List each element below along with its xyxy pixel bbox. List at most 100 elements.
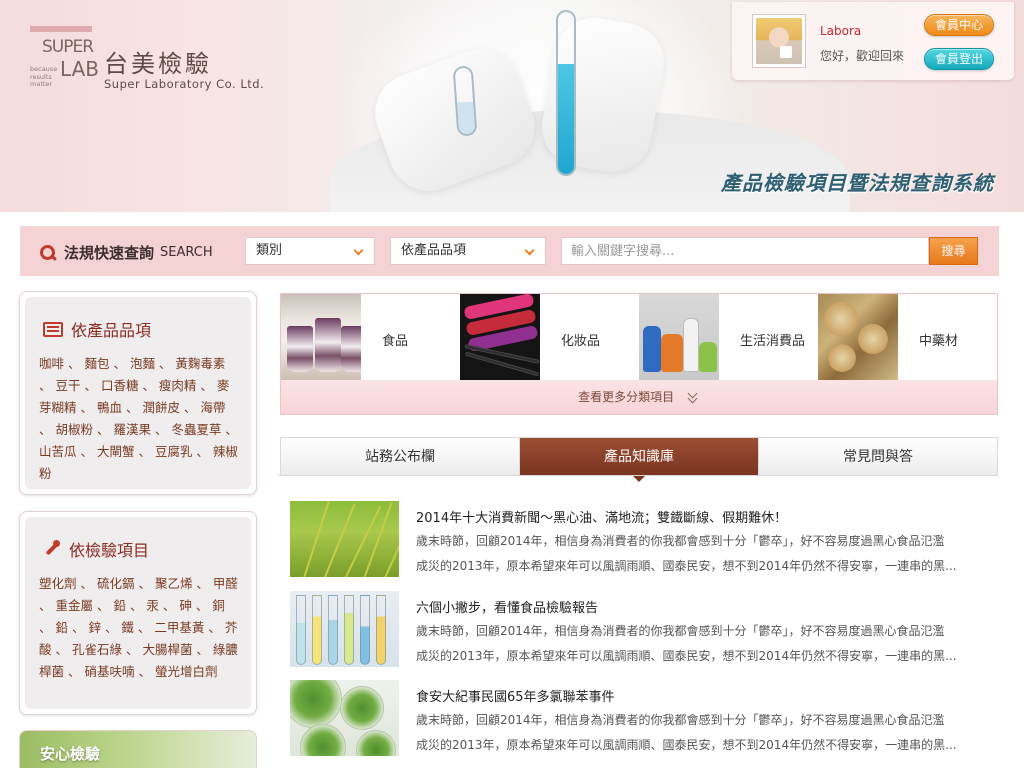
tab-announcements[interactable]: 站務公布欄 [281,438,520,475]
test-item-link[interactable]: 孔雀石綠 [72,642,122,657]
more-categories-button[interactable]: 查看更多分類項目 [281,380,997,414]
double-chevron-down-icon [686,393,700,403]
search-button[interactable]: 搜尋 [929,237,978,265]
cosmetics-photo-icon [460,294,540,380]
separator: 、 [39,598,56,613]
separator: 、 [39,378,56,393]
separator: 、 [39,422,56,437]
test-item-link[interactable]: 鋅 [88,620,101,635]
separator: 、 [133,620,155,635]
product-link[interactable]: 鴨血 [97,400,122,415]
separator: 、 [93,422,114,437]
separator: 、 [125,598,147,613]
avatar[interactable] [752,14,806,68]
category-chinese-herbs[interactable]: 中藥材 [818,294,997,380]
category-box: 食品 化妝品 生活消費品 中藥材 查看更多分類項目 [280,293,998,415]
petri-dish-thumbnail[interactable] [290,680,399,756]
news-excerpt-line: 成災的2013年，原本希望來年可以風調雨順、國泰民安，想不到2014年仍然不得安… [416,738,957,752]
product-link[interactable]: 海帶 [200,400,225,415]
product-link[interactable]: 豆腐乳 [155,444,193,459]
separator: 、 [68,620,89,635]
products-link-list: 咖啡 、 麵包 、 泡麵 、 黃麴毒素 、 豆干 、 口香糖 、 瘦肉精 、 麥… [39,353,239,485]
separator: 、 [138,378,159,393]
logout-button[interactable]: 會員登出 [924,48,994,70]
brand-mark-top: SUPER [42,37,94,57]
test-item-link[interactable]: 二甲基黃 [154,620,204,635]
test-item-link[interactable]: 重金屬 [55,598,93,613]
product-link[interactable]: 泡麵 [130,356,155,371]
system-title: 產品檢驗項目暨法規查詢系統 [721,171,994,195]
separator: 、 [158,598,180,613]
news-excerpt-line: 成災的2013年，原本希望來年可以風調雨順、國泰民安，想不到2014年仍然不得安… [416,649,957,663]
tab-faq[interactable]: 常見問與答 [759,438,997,475]
test-item-link[interactable]: 硝基呋喃 [84,664,134,679]
test-item-link[interactable]: 塑化劑 [39,576,77,591]
brand-logo[interactable]: SUPER LAB because results matter [30,26,99,92]
tests-panel: 依檢驗項目 塑化劑 、 硫化鎘 、 聚乙烯 、 甲醛 、 重金屬 、 鉛 、 汞… [19,511,257,715]
test-item-link[interactable]: 鉛 [113,598,126,613]
safe-testing-banner[interactable]: 安心檢驗 [19,730,257,768]
news-excerpt-line: 歲末時節，回顧2014年，相信身為消費者的你我都會感到十分「鬱卒」，好不容易度過… [416,534,945,548]
member-greeting: 您好，歡迎回來 [820,49,905,63]
tab-knowledge-base[interactable]: 產品知識庫 [520,438,759,482]
product-link[interactable]: 瘦肉精 [159,378,197,393]
rice-field-thumbnail[interactable] [290,501,399,577]
test-tubes-thumbnail[interactable] [290,591,399,667]
category-consumer-goods-label: 生活消費品 [740,334,806,349]
product-link[interactable]: 山苦瓜 [39,444,77,459]
safe-testing-label: 安心檢驗 [40,745,101,763]
product-link[interactable]: 大閘蟹 [97,444,135,459]
more-categories-label: 查看更多分類項目 [578,390,675,404]
products-panel-heading: 依產品品項 [39,317,239,341]
search-icon [40,244,56,261]
test-item-link[interactable]: 鉛 [55,620,68,635]
test-item-link[interactable]: 砷 [179,598,192,613]
test-item-link[interactable]: 甲醛 [213,576,238,591]
product-link[interactable]: 黃麴毒素 [175,356,225,371]
separator: 、 [192,444,213,459]
product-link[interactable]: 胡椒粉 [55,422,93,437]
product-link[interactable]: 潤餅皮 [142,400,180,415]
category-consumer-goods[interactable]: 生活消費品 [639,294,818,380]
product-link[interactable]: 羅漢果 [113,422,151,437]
test-item-link[interactable]: 螢光增白劑 [155,664,218,679]
product-link[interactable]: 冬蟲夏草 [171,422,221,437]
category-food[interactable]: 食品 [281,294,460,380]
list-item: 2014年十大消費新聞～黑心油、滿地流；雙鐵斷線、假期難休！ 歲末時節，回顧20… [290,501,1000,581]
test-item-link[interactable]: 聚乙烯 [155,576,193,591]
separator: 、 [134,444,155,459]
separator: 、 [154,356,176,371]
news-excerpt: 歲末時節，回顧2014年，相信身為消費者的你我都會感到十分「鬱卒」，好不容易度過… [416,529,994,579]
product-link[interactable]: 咖啡 [39,356,64,371]
category-select[interactable]: 類別 [245,237,375,265]
test-item-link[interactable]: 銅 [212,598,225,613]
product-link[interactable]: 豆干 [55,378,80,393]
separator: 、 [64,356,85,371]
tests-heading-label: 依檢驗項目 [69,541,150,560]
product-link[interactable]: 口香糖 [101,378,139,393]
separator: 、 [76,576,97,591]
search-label-en: SEARCH [160,245,213,260]
product-link[interactable]: 麵包 [84,356,109,371]
separator: 、 [80,378,101,393]
consumer-goods-photo-icon [639,294,719,380]
separator: 、 [179,400,201,415]
test-item-link[interactable]: 鐵 [121,620,134,635]
test-item-link[interactable]: 硫化鎘 [97,576,135,591]
news-excerpt: 歲末時節，回顧2014年，相信身為消費者的你我都會感到十分「鬱卒」，好不容易度過… [416,619,994,669]
news-title[interactable]: 2014年十大消費新聞～黑心油、滿地流；雙鐵斷線、假期難休！ [416,507,787,526]
search-label-zh: 法規快速查詢 [64,244,155,262]
news-excerpt-line: 成災的2013年，原本希望來年可以風調雨順、國泰民安，想不到2014年仍然不得安… [416,559,957,573]
news-title[interactable]: 六個小撇步，看懂食品檢驗報告 [416,597,598,616]
category-select-value: 類別 [256,243,283,258]
test-item-link[interactable]: 汞 [146,598,159,613]
header-banner: SUPER LAB because results matter 台美檢驗 Su… [0,0,1024,212]
keyword-search-input[interactable] [561,237,929,265]
news-title[interactable]: 食安大紀事民國65年多氯聯苯事件 [416,686,615,705]
news-excerpt-line: 歲末時節，回顧2014年，相信身為消費者的你我都會感到十分「鬱卒」，好不容易度過… [416,624,945,638]
product-select[interactable]: 依產品品項 [390,237,546,265]
member-center-button[interactable]: 會員中心 [924,14,994,36]
test-item-link[interactable]: 大腸桿菌 [142,642,192,657]
category-cosmetics[interactable]: 化妝品 [460,294,639,380]
brand-name-en: Super Laboratory Co. Ltd. [104,77,265,91]
